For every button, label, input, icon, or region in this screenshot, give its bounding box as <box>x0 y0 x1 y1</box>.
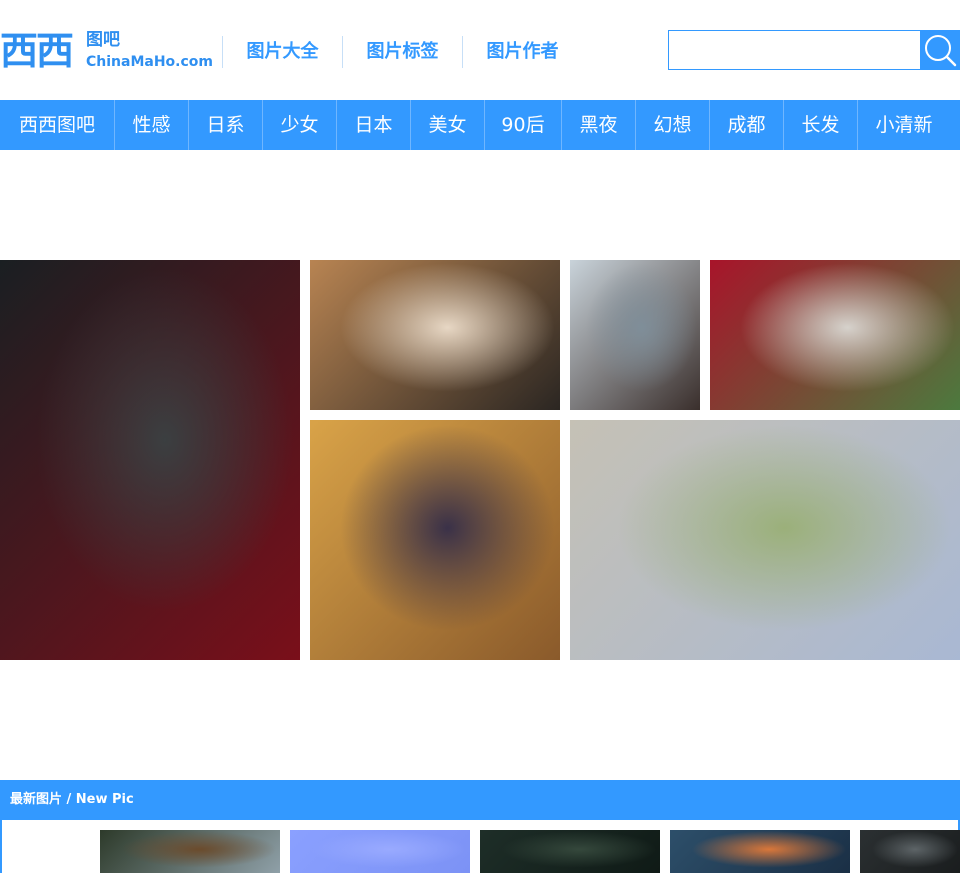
topnav-all-pictures[interactable]: 图片大全 <box>222 36 342 68</box>
category-post-90s[interactable]: 90后 <box>485 100 562 150</box>
logo-main-text: 西西 <box>0 29 74 73</box>
category-long-hair[interactable]: 长发 <box>784 100 858 150</box>
search-input[interactable] <box>668 30 921 70</box>
photo-bridge-girl[interactable] <box>570 420 960 660</box>
category-japanese-style[interactable]: 日系 <box>189 100 263 150</box>
thumb-waterfall[interactable] <box>100 830 280 873</box>
new-pic-header: 最新图片 / New Pic <box>0 780 960 820</box>
category-home[interactable]: 西西图吧 <box>0 100 115 150</box>
logo-domain-text: ChinaMaHo.com <box>86 54 213 70</box>
category-beauty[interactable]: 美女 <box>411 100 485 150</box>
thumb-blue-sky[interactable] <box>290 830 470 873</box>
top-navigation: 图片大全 图片标签 图片作者 <box>222 36 582 68</box>
featured-photo-grid <box>0 260 960 660</box>
category-bar: 西西图吧 性感 日系 少女 日本 美女 90后 黑夜 幻想 成都 长发 小清新 <box>0 100 960 150</box>
category-night[interactable]: 黑夜 <box>562 100 636 150</box>
new-pic-title: 最新图片 / New Pic <box>10 792 134 807</box>
category-japan[interactable]: 日本 <box>337 100 411 150</box>
topnav-picture-authors[interactable]: 图片作者 <box>462 36 582 68</box>
site-logo[interactable]: 西西 图吧 ChinaMaHo.com <box>0 28 213 74</box>
search-box <box>668 30 960 70</box>
category-chengdu[interactable]: 成都 <box>710 100 784 150</box>
photo-red-hood[interactable] <box>0 260 300 660</box>
photo-sleeping-sweater[interactable] <box>310 260 560 410</box>
thumb-dark-leaf[interactable] <box>480 830 660 873</box>
topnav-picture-tags[interactable]: 图片标签 <box>342 36 462 68</box>
category-fantasy[interactable]: 幻想 <box>636 100 710 150</box>
photo-knit-hat[interactable] <box>570 260 700 410</box>
logo-sub-text: 图吧 <box>86 30 120 50</box>
site-header: 西西 图吧 ChinaMaHo.com 图片大全 图片标签 图片作者 <box>0 0 960 100</box>
thumb-sunset-clouds[interactable] <box>670 830 850 873</box>
search-icon <box>925 35 957 67</box>
thumb-dark-window[interactable] <box>860 830 960 873</box>
category-girl[interactable]: 少女 <box>263 100 337 150</box>
search-button[interactable] <box>920 30 960 70</box>
category-fresh[interactable]: 小清新 <box>858 100 950 150</box>
category-sexy[interactable]: 性感 <box>115 100 189 150</box>
photo-kimono-sleeping[interactable] <box>310 420 560 660</box>
photo-red-umbrella[interactable] <box>710 260 960 410</box>
